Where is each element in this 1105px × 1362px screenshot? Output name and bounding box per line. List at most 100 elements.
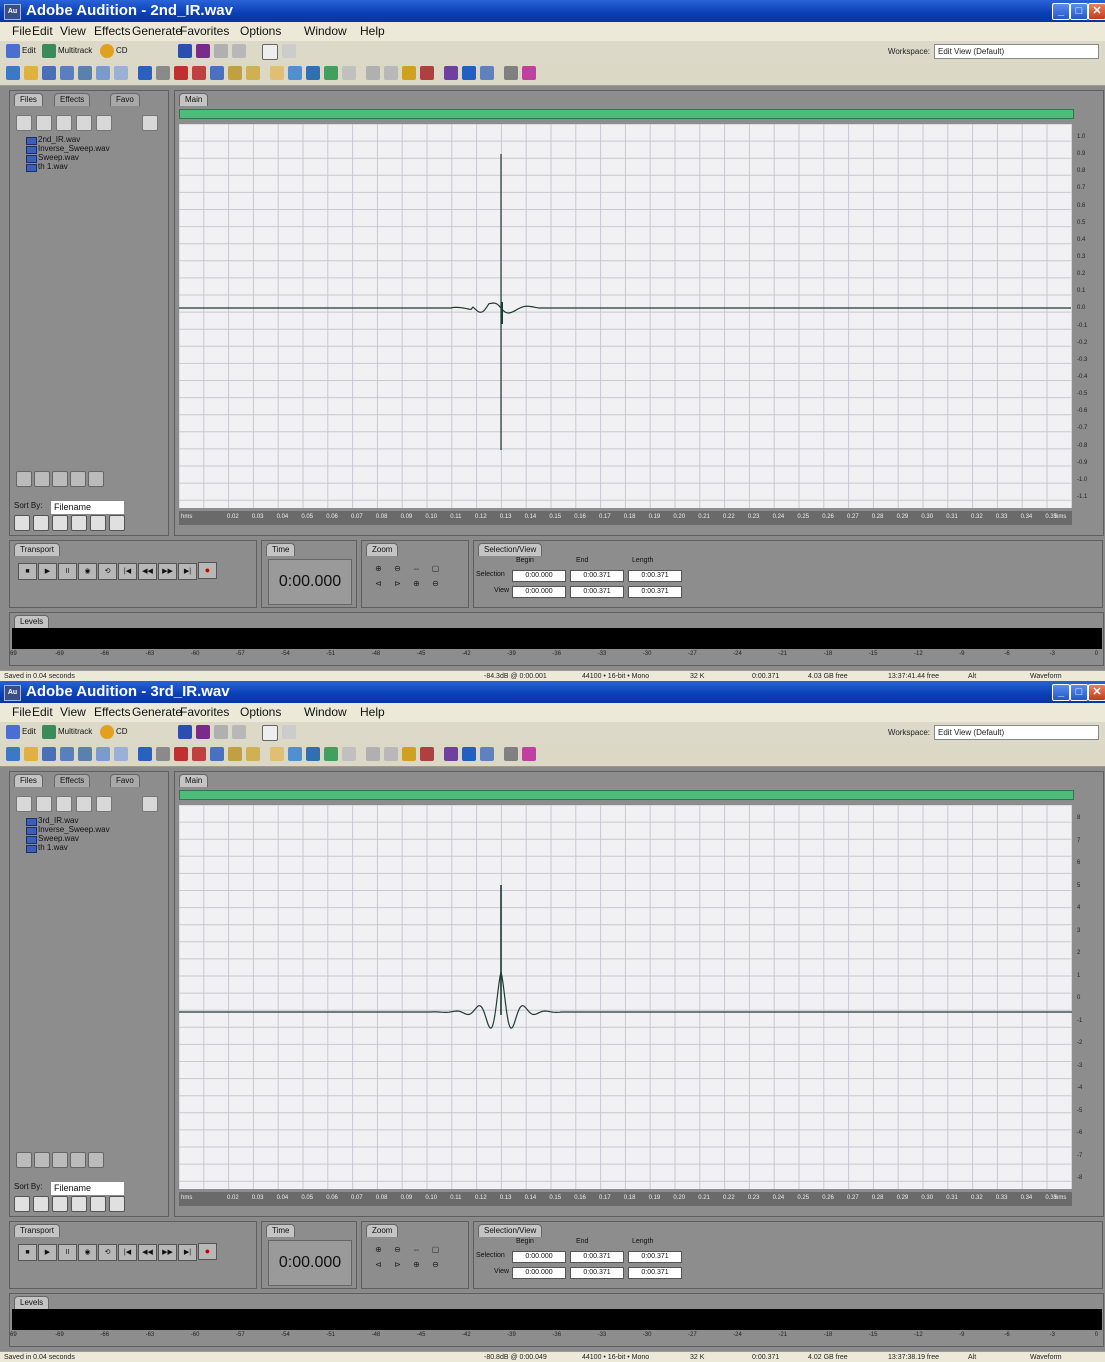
zoom-in-horizontal-icon[interactable]: ⊕ bbox=[370, 561, 387, 576]
auto-play-icon[interactable] bbox=[34, 1152, 50, 1168]
zoom-out-vertical-icon[interactable]: ⊖ bbox=[427, 1257, 444, 1272]
noise-icon[interactable] bbox=[384, 747, 398, 761]
menu-help[interactable]: Help bbox=[360, 703, 385, 722]
silence-icon[interactable] bbox=[342, 747, 356, 761]
display-mode-icon[interactable] bbox=[232, 44, 246, 58]
zoom-to-right-edge-icon[interactable]: ⊳ bbox=[389, 1257, 406, 1272]
file-list-item[interactable]: Sweep.wav bbox=[26, 153, 110, 163]
marquee-tool-icon[interactable] bbox=[282, 725, 296, 739]
view-length-field[interactable]: 0:00.371 bbox=[628, 586, 682, 598]
play-button[interactable]: ▶ bbox=[38, 1244, 57, 1261]
paste-icon[interactable] bbox=[246, 66, 260, 80]
paste-icon[interactable] bbox=[246, 747, 260, 761]
loop-icon[interactable] bbox=[16, 1152, 32, 1168]
zoom-out-horizontal-icon[interactable]: ⊖ bbox=[389, 1242, 406, 1257]
menu-favorites[interactable]: Favorites bbox=[180, 22, 229, 41]
display-mode-icon[interactable] bbox=[232, 725, 246, 739]
selection-begin-field[interactable]: 0:00.000 bbox=[512, 1251, 566, 1263]
tab-files[interactable]: Files bbox=[14, 93, 43, 106]
save-icon[interactable] bbox=[42, 66, 56, 80]
import-icon[interactable] bbox=[114, 747, 128, 761]
menu-window[interactable]: Window bbox=[304, 22, 347, 41]
rewind-button[interactable]: ◀◀ bbox=[138, 563, 157, 580]
marker-icon[interactable] bbox=[324, 747, 338, 761]
zoom-out-horizontal-icon[interactable]: ⊖ bbox=[389, 561, 406, 576]
tab-time[interactable]: Time bbox=[266, 543, 296, 556]
go-to-start-button[interactable]: |◀ bbox=[118, 1244, 137, 1261]
import-file-icon[interactable] bbox=[16, 796, 32, 812]
open-icon[interactable] bbox=[24, 747, 38, 761]
refresh-icon[interactable] bbox=[88, 1152, 104, 1168]
file-list-item[interactable]: Sweep.wav bbox=[26, 834, 110, 844]
loop-icon[interactable] bbox=[16, 471, 32, 487]
noise-icon[interactable] bbox=[384, 66, 398, 80]
close-file-icon[interactable] bbox=[36, 796, 52, 812]
menu-help[interactable]: Help bbox=[360, 22, 385, 41]
save-selection-icon[interactable] bbox=[78, 66, 92, 80]
volume-icon[interactable] bbox=[70, 471, 86, 487]
menu-options[interactable]: Options bbox=[240, 22, 281, 41]
import-icon[interactable] bbox=[114, 66, 128, 80]
time-selection-tool-icon[interactable] bbox=[262, 725, 278, 741]
selection-begin-field[interactable]: 0:00.000 bbox=[512, 570, 566, 582]
close-icon[interactable]: ✕ bbox=[1088, 3, 1105, 20]
file-list-item[interactable]: th 1.wav bbox=[26, 843, 110, 853]
overview-range-bar[interactable] bbox=[179, 790, 1074, 800]
volume-icon[interactable] bbox=[70, 1152, 86, 1168]
spectral-icon[interactable] bbox=[480, 66, 494, 80]
tab-levels[interactable]: Levels bbox=[14, 615, 50, 628]
file-options-icon[interactable] bbox=[142, 796, 158, 812]
tone-icon[interactable] bbox=[366, 747, 380, 761]
delete-icon[interactable] bbox=[174, 66, 188, 80]
info-icon[interactable] bbox=[462, 747, 476, 761]
display-mode-icon[interactable] bbox=[178, 44, 192, 58]
view-end-field[interactable]: 0:00.371 bbox=[570, 586, 624, 598]
close-file-icon[interactable] bbox=[96, 747, 110, 761]
info-icon[interactable] bbox=[462, 66, 476, 80]
record-button[interactable]: ● bbox=[198, 1243, 217, 1260]
tab-transport[interactable]: Transport bbox=[14, 543, 60, 556]
analysis-icon[interactable] bbox=[504, 66, 518, 80]
selection-end-field[interactable]: 0:00.371 bbox=[570, 570, 624, 582]
rewind-button[interactable]: ◀◀ bbox=[138, 1244, 157, 1261]
zoom-to-right-edge-icon[interactable]: ⊳ bbox=[389, 576, 406, 591]
menu-view[interactable]: View bbox=[60, 703, 86, 722]
copy-icon[interactable] bbox=[210, 747, 224, 761]
normalize-icon[interactable] bbox=[420, 66, 434, 80]
edit-view-button[interactable]: Edit bbox=[22, 43, 36, 59]
multitrack-icon[interactable] bbox=[42, 44, 56, 58]
cd-view-button[interactable]: CD bbox=[116, 724, 128, 740]
time-selection-tool-icon[interactable] bbox=[262, 44, 278, 60]
go-to-end-button[interactable]: ▶| bbox=[178, 1244, 197, 1261]
play-icon[interactable] bbox=[52, 1152, 68, 1168]
normalize-icon[interactable] bbox=[420, 747, 434, 761]
overview-range-bar[interactable] bbox=[179, 109, 1074, 119]
analysis-icon[interactable] bbox=[504, 747, 518, 761]
show-audio-icon[interactable] bbox=[14, 515, 30, 531]
sort-by-dropdown[interactable]: Filename bbox=[50, 500, 125, 515]
tab-zoom[interactable]: Zoom bbox=[366, 543, 399, 556]
show-markers-icon[interactable] bbox=[90, 515, 106, 531]
trim-icon[interactable] bbox=[192, 66, 206, 80]
menu-file[interactable]: File bbox=[12, 703, 31, 722]
go-to-end-button[interactable]: ▶| bbox=[178, 563, 197, 580]
view-end-field[interactable]: 0:00.371 bbox=[570, 1267, 624, 1279]
show-midi-icon[interactable] bbox=[71, 1196, 87, 1212]
cd-track-icon[interactable] bbox=[306, 66, 320, 80]
minimize-icon[interactable]: _ bbox=[1052, 3, 1070, 20]
menu-window[interactable]: Window bbox=[304, 703, 347, 722]
tab-favorites[interactable]: Favo bbox=[110, 93, 140, 106]
menu-view[interactable]: View bbox=[60, 22, 86, 41]
menu-file[interactable]: File bbox=[12, 22, 31, 41]
loop-button[interactable]: ⟲ bbox=[98, 563, 117, 580]
play-file-icon[interactable] bbox=[96, 796, 112, 812]
tab-transport[interactable]: Transport bbox=[14, 1224, 60, 1237]
trim-icon[interactable] bbox=[192, 747, 206, 761]
zoom-to-left-edge-icon[interactable]: ⊲ bbox=[370, 1257, 387, 1272]
zoom-in-vertical-icon[interactable]: ⊕ bbox=[408, 1257, 425, 1272]
menu-generate[interactable]: Generate bbox=[132, 22, 182, 41]
go-to-start-button[interactable]: |◀ bbox=[118, 563, 137, 580]
mix-paste-icon[interactable] bbox=[270, 747, 284, 761]
zoom-in-horizontal-icon[interactable]: ⊕ bbox=[370, 1242, 387, 1257]
zoom-selection-icon[interactable]: ▢ bbox=[427, 561, 444, 576]
